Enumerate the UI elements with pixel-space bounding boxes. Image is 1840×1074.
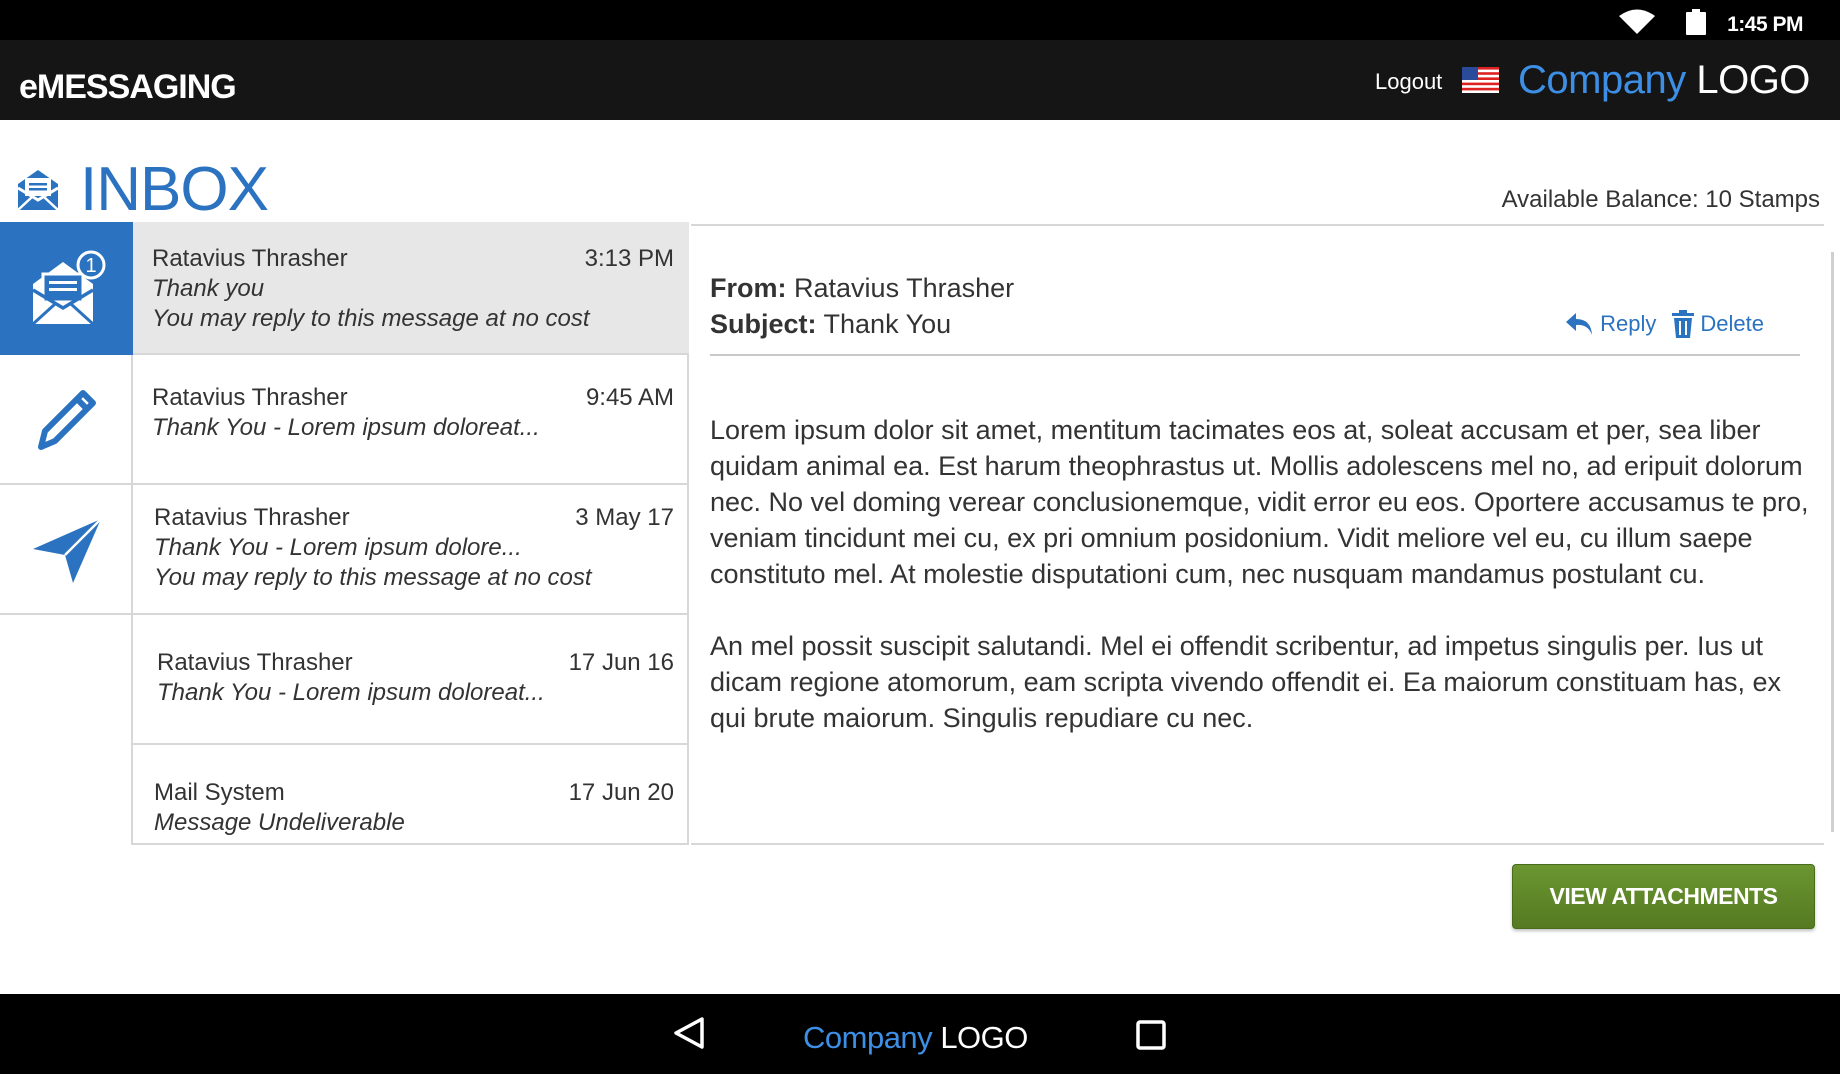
open-envelope-icon: 1 bbox=[31, 250, 105, 325]
from-label: From: bbox=[710, 273, 787, 303]
status-bar: 1:45 PM bbox=[0, 0, 1840, 40]
app-title: eMESSAGING bbox=[19, 68, 237, 106]
inbox-envelope-icon bbox=[17, 170, 59, 211]
page-title: INBOX bbox=[80, 155, 269, 224]
message-subject: Thank You - Lorem ipsum dolore... bbox=[154, 534, 522, 561]
message-sender: Ratavius Thrasher bbox=[157, 649, 353, 676]
inbox-heading: INBOX bbox=[14, 155, 269, 224]
message-sender: Ratavius Thrasher bbox=[154, 504, 350, 531]
header-divider bbox=[710, 354, 1800, 356]
message-body: Lorem ipsum dolor sit amet, mentitum tac… bbox=[710, 412, 1820, 772]
pencil-icon bbox=[37, 390, 96, 450]
message-sender: Ratavius Thrasher bbox=[152, 245, 348, 272]
delete-label: Delete bbox=[1700, 311, 1764, 336]
reply-icon bbox=[1566, 313, 1593, 335]
body-paragraph: Lorem ipsum dolor sit amet, mentitum tac… bbox=[710, 415, 1809, 589]
app-header: eMESSAGING Logout Company LOGO bbox=[0, 40, 1840, 120]
rail-compose-button[interactable] bbox=[0, 355, 133, 485]
message-date: 17 Jun 20 bbox=[568, 779, 674, 806]
subject-value: Thank You bbox=[823, 309, 952, 339]
rail-sent-button[interactable] bbox=[0, 485, 133, 615]
message-reader: From: Ratavius Thrasher Subject: Thank Y… bbox=[691, 224, 1834, 845]
unread-count-badge: 1 bbox=[85, 255, 96, 277]
message-row[interactable]: Ratavius Thrasher 3:13 PM Thank you You … bbox=[133, 222, 689, 355]
message-subject: Thank you bbox=[152, 275, 265, 302]
body-paragraph: An mel possit suscipit salutandi. Mel ei… bbox=[710, 631, 1782, 733]
logout-link[interactable]: Logout bbox=[1375, 69, 1442, 95]
system-nav-bar: Company LOGO bbox=[0, 994, 1840, 1074]
message-row[interactable]: Ratavius Thrasher 17 Jun 16 Thank You - … bbox=[133, 615, 689, 745]
message-row[interactable]: Ratavius Thrasher 9:45 AM Thank You - Lo… bbox=[133, 355, 689, 485]
message-header: From: Ratavius Thrasher Subject: Thank Y… bbox=[710, 270, 1014, 342]
company-logo: Company LOGO bbox=[1518, 58, 1810, 102]
stamp-balance: Available Balance: 10 Stamps bbox=[1501, 186, 1820, 213]
message-note: You may reply to this message at no cost bbox=[154, 564, 592, 591]
footer-company-logo: Company LOGO bbox=[803, 1020, 1028, 1055]
message-sender: Mail System bbox=[154, 779, 285, 806]
view-attachments-button[interactable]: VIEW ATTACHMENTS bbox=[1512, 864, 1815, 929]
recent-apps-icon[interactable] bbox=[1136, 1020, 1166, 1050]
message-list: Ratavius Thrasher 3:13 PM Thank you You … bbox=[133, 222, 689, 845]
message-date: 17 Jun 16 bbox=[568, 649, 674, 676]
trash-icon bbox=[1672, 310, 1695, 338]
subject-label: Subject: bbox=[710, 309, 817, 339]
message-actions: Reply Delete bbox=[1564, 310, 1764, 338]
from-value: Ratavius Thrasher bbox=[794, 273, 1015, 303]
rail-inbox-button[interactable]: 1 bbox=[0, 222, 133, 355]
delete-button[interactable]: Delete bbox=[1672, 310, 1764, 338]
reply-label: Reply bbox=[1600, 311, 1657, 336]
back-icon[interactable] bbox=[672, 1016, 706, 1050]
message-row[interactable]: Mail System 17 Jun 20 Message Undelivera… bbox=[133, 745, 689, 843]
message-note: You may reply to this message at no cost bbox=[152, 305, 590, 332]
battery-icon bbox=[1686, 9, 1706, 35]
message-row[interactable]: Ratavius Thrasher 3 May 17 Thank You - L… bbox=[133, 485, 689, 615]
message-subject: Thank You - Lorem ipsum doloreat... bbox=[152, 414, 540, 441]
message-subject: Thank You - Lorem ipsum doloreat... bbox=[157, 679, 545, 706]
us-flag-icon[interactable] bbox=[1462, 67, 1499, 93]
reply-button[interactable]: Reply bbox=[1564, 311, 1656, 337]
folder-rail: 1 bbox=[0, 222, 133, 845]
message-sender: Ratavius Thrasher bbox=[152, 384, 348, 411]
clock: 1:45 PM bbox=[1727, 13, 1803, 36]
message-subject: Message Undeliverable bbox=[154, 809, 405, 836]
message-date: 3:13 PM bbox=[584, 245, 674, 272]
message-date: 3 May 17 bbox=[575, 504, 674, 531]
wifi-icon bbox=[1619, 9, 1655, 34]
message-date: 9:45 AM bbox=[585, 384, 674, 411]
paper-plane-icon bbox=[32, 518, 102, 583]
reader-scrollbar[interactable] bbox=[1831, 252, 1834, 832]
